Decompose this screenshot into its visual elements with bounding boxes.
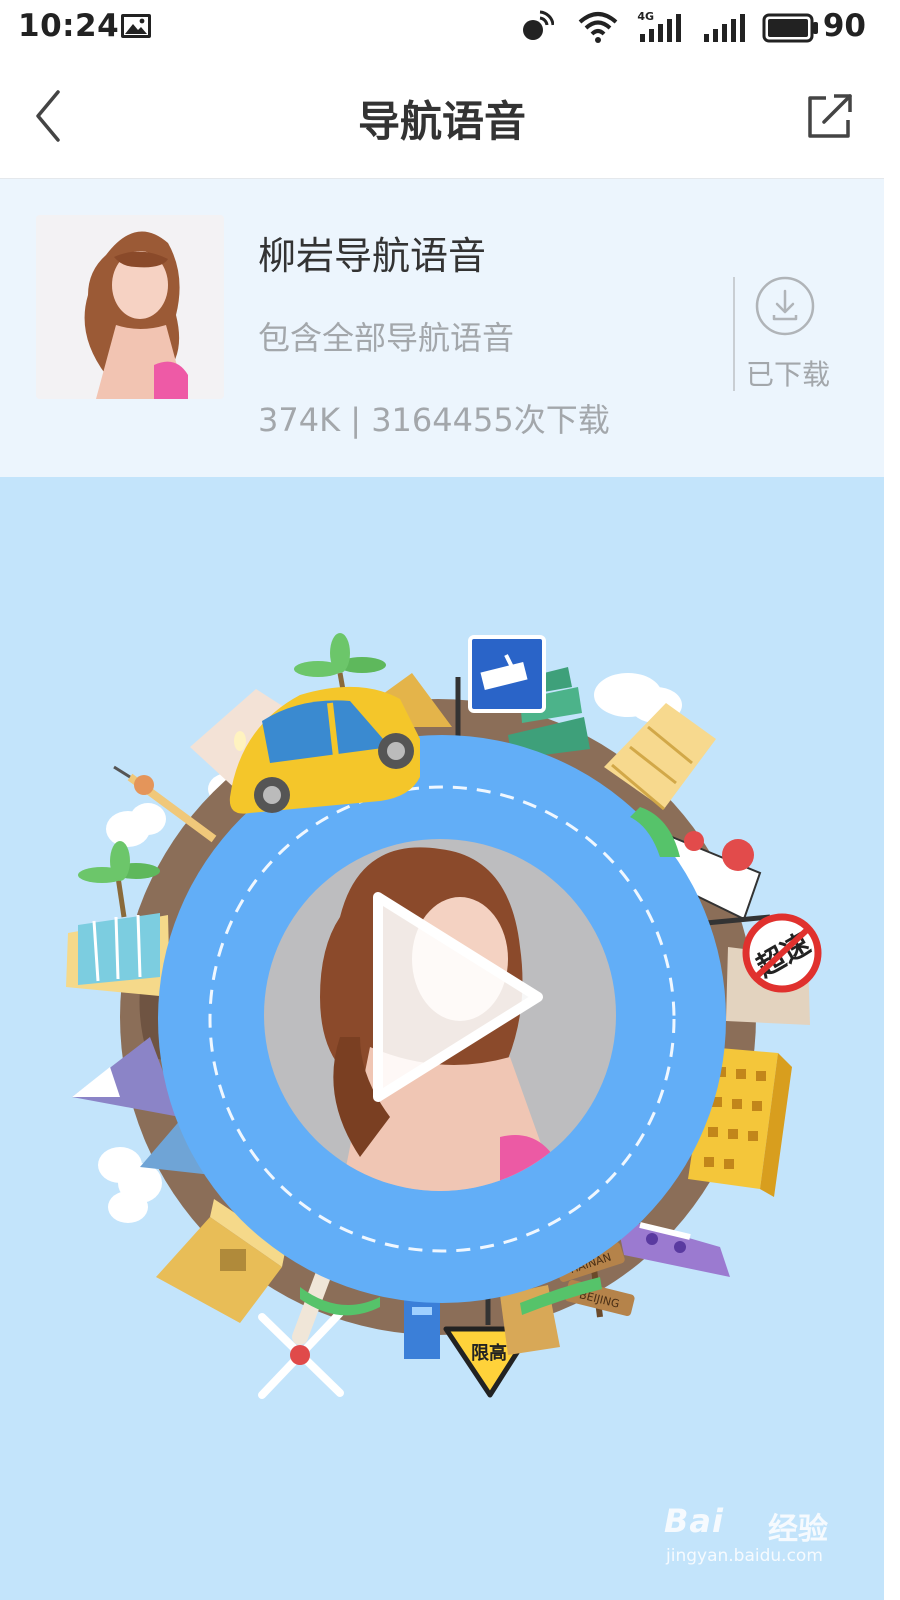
hotspot-icon	[523, 10, 554, 40]
download-icon	[755, 276, 815, 336]
voice-pack-card: 柳岩导航语音 包含全部导航语音 374K | 3164455次下载 已下载	[0, 179, 884, 477]
status-bar: 10:24 4G 90	[0, 0, 884, 56]
image-notification-icon	[121, 14, 151, 38]
warning-sign-text: 限高	[471, 1342, 507, 1364]
tower-blue	[404, 1297, 440, 1359]
signal-icon	[704, 14, 745, 42]
voice-name: 柳岩导航语音	[258, 234, 487, 278]
share-button[interactable]	[798, 84, 862, 148]
watermark: Bai 经验 jingyan.baidu.com	[664, 1502, 834, 1572]
voice-thumbnail	[36, 215, 224, 399]
title-bar: 导航语音	[0, 56, 884, 179]
watermark-url: jingyan.baidu.com	[666, 1546, 823, 1566]
city-illustration: 限高 HAINAN BEIJING	[66, 633, 822, 1399]
voice-description: 包含全部导航语音	[258, 319, 515, 357]
watermark-brand: Bai	[664, 1502, 724, 1540]
battery-icon	[762, 13, 818, 43]
page-title: 导航语音	[357, 97, 526, 146]
watermark-cn: 经验	[768, 1512, 828, 1547]
building-left	[66, 913, 170, 997]
download-status: 已下载	[745, 358, 830, 391]
battery-level: 90	[822, 8, 866, 44]
player-area: 限高 HAINAN BEIJING Bai 经验 jingyan.baidu.c…	[0, 477, 884, 1600]
signal-4g-icon	[640, 14, 681, 42]
wifi-icon	[578, 12, 618, 43]
divider	[733, 277, 735, 391]
share-external-icon	[808, 94, 852, 138]
status-time: 10:24	[18, 8, 120, 44]
voice-meta: 374K | 3164455次下载	[258, 401, 610, 439]
portrait-image	[36, 215, 224, 399]
download-button[interactable]: 已下载	[740, 275, 836, 395]
app-screen: 10:24 4G 90 导航语音 柳岩导航语音 包含全部导航语音 374K | …	[0, 0, 884, 1600]
